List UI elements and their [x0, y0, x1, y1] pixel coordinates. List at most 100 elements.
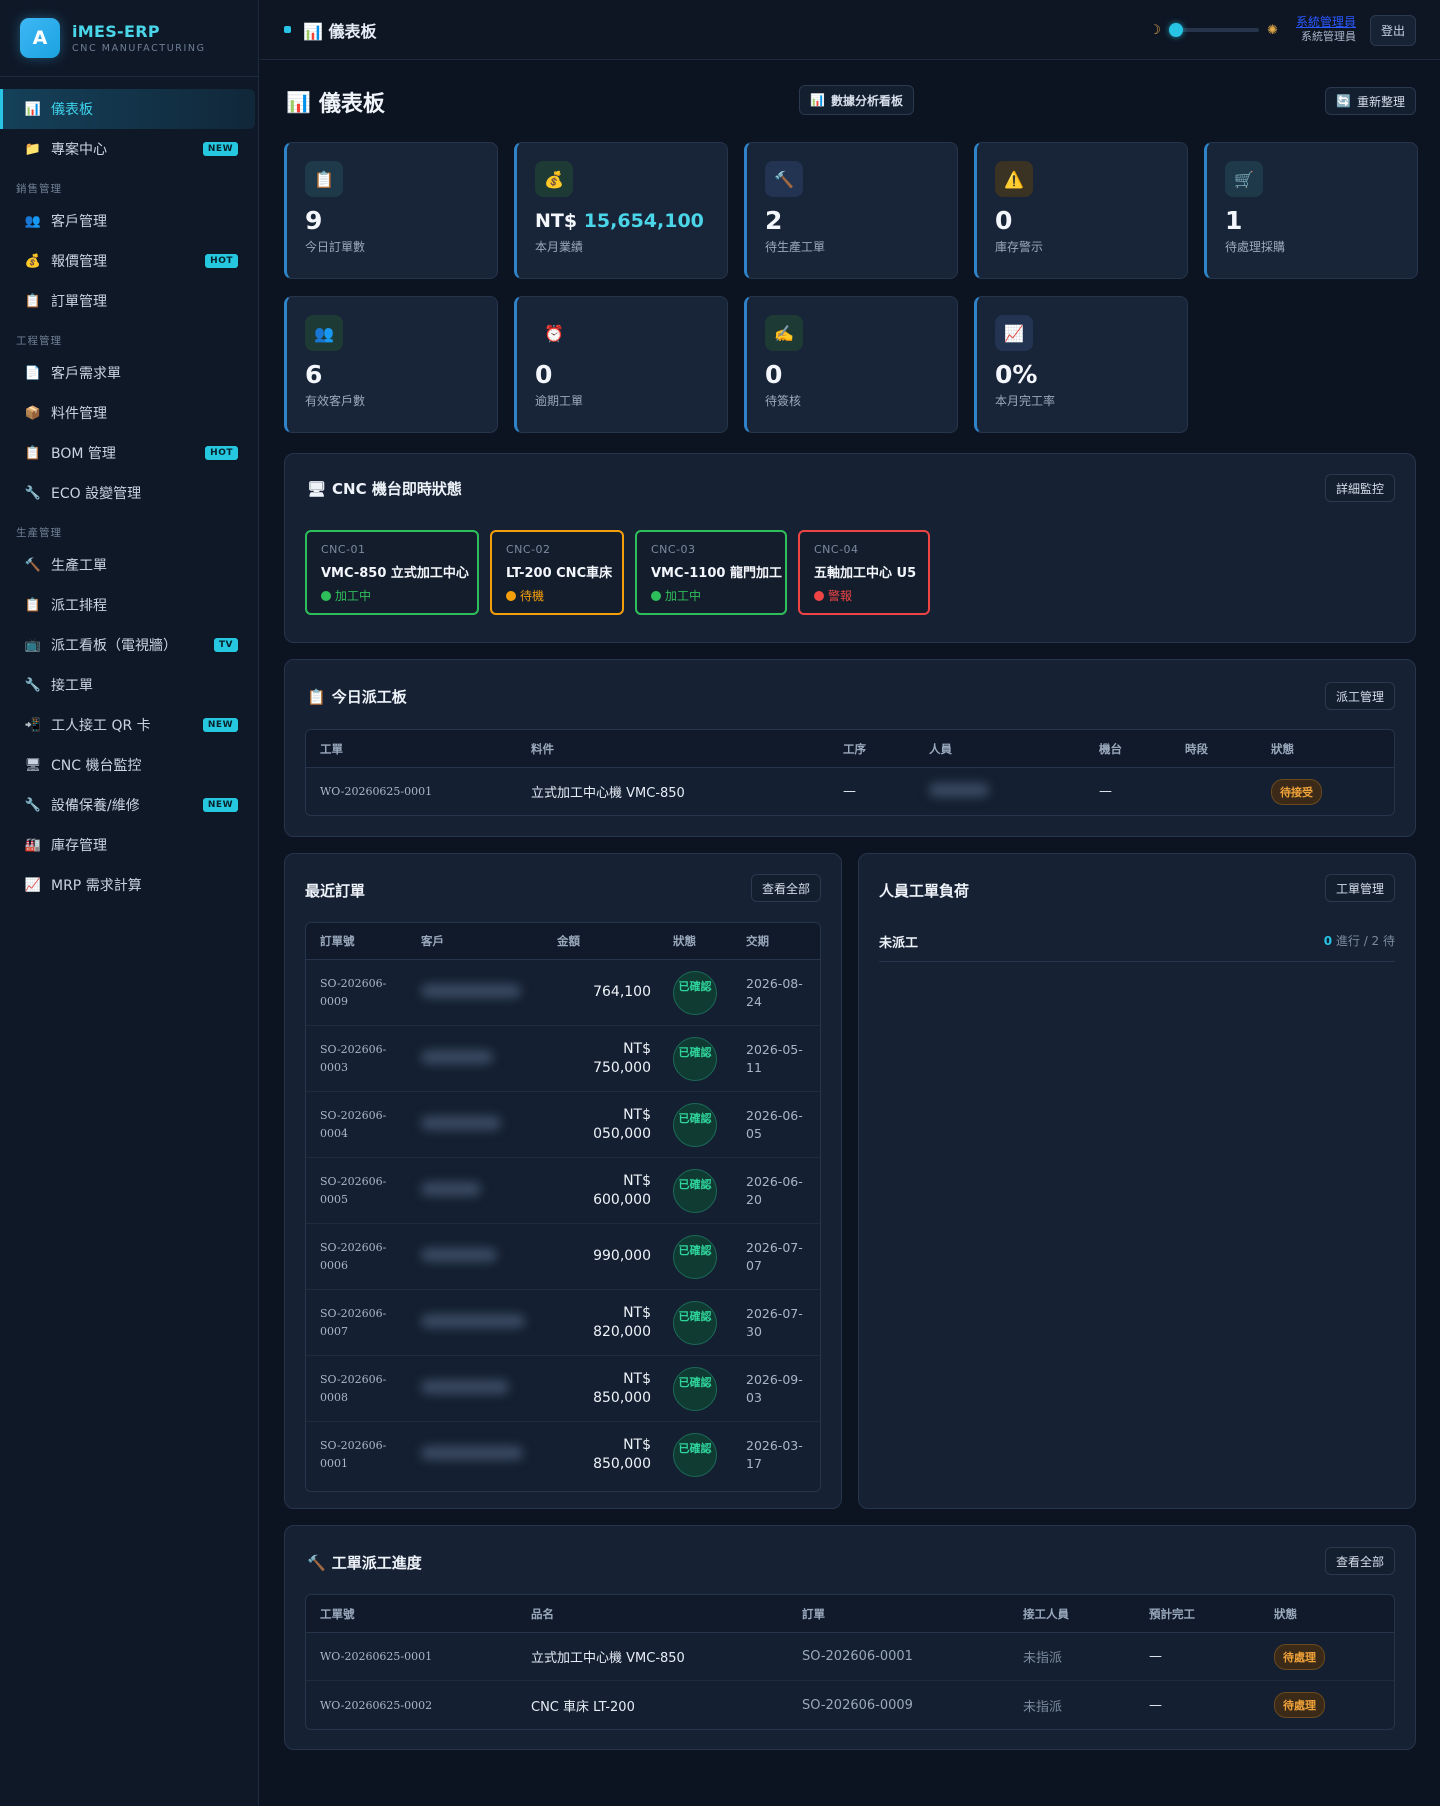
stat-card[interactable]: 🛒 1 待處理採購 [1204, 142, 1418, 279]
sidebar-item-s2-7[interactable]: 🏭 庫存管理 [0, 825, 258, 865]
table-row[interactable]: SO-202606- 0005 NT$ 600,000 已確認 2026-06- 20 [306, 1158, 820, 1224]
machine-card[interactable]: CNC-03 VMC-1100 龍門加工 加工中 [635, 530, 787, 615]
sidebar-item-s2-4[interactable]: 📲 工人接工 QR 卡 NEW [0, 705, 258, 745]
table-row[interactable]: SO-202606- 0007 NT$ 820,000 已確認 2026-07- 30 [306, 1290, 820, 1356]
date-part: 2026-07- [746, 1305, 803, 1321]
sidebar-item-s0-0[interactable]: 👥 客戶管理 [0, 201, 258, 241]
s1-1-icon: 📦 [24, 405, 42, 421]
order-link[interactable]: SO-202606-0009 [788, 1698, 1009, 1713]
stat-card[interactable]: 🔨 2 待生產工單 [744, 142, 958, 279]
order-no: SO-202606- 0003 [306, 1041, 407, 1077]
table-header: 工單 料件 工序 人員 機台 時段 狀態 [306, 730, 1394, 768]
stat-card[interactable]: 📋 9 今日訂單數 [284, 142, 498, 279]
status-cell: 已確認 [659, 1168, 732, 1213]
customer-redacted [407, 983, 543, 1002]
stat-value: 0 [995, 206, 1013, 235]
stat-label: 今日訂單數 [305, 240, 366, 254]
machine-name: LT-200 CNC車床 [506, 566, 613, 581]
user-info: 系統管理員 系統管理員 [1296, 16, 1356, 44]
sidebar-item-s2-0[interactable]: 🔨 生產工單 [0, 545, 258, 585]
machine-id: CNC-02 [506, 543, 551, 556]
stat-card[interactable]: 📈 0% 本月完工率 [974, 296, 1188, 433]
order-no-part: SO-202606- [320, 1108, 387, 1122]
sidebar-item-top-0[interactable]: 📊 儀表板 [0, 89, 255, 129]
stat-card[interactable]: 💰 NT$ 15,654,100 本月業績 [514, 142, 728, 279]
chart-icon: 📊 [286, 90, 311, 114]
machine-card[interactable]: CNC-01 VMC-850 立式加工中心 加工中 [305, 530, 479, 615]
nav-badge: NEW [202, 142, 238, 156]
machine-id: CNC-01 [321, 543, 366, 556]
table-row[interactable]: SO-202606- 0001 NT$ 850,000 已確認 2026-03- 17 [306, 1422, 820, 1488]
sidebar-item-s2-8[interactable]: 📈 MRP 需求計算 [0, 865, 258, 905]
sidebar-item-s2-5[interactable]: 🖥 CNC 機台監控 [0, 745, 258, 785]
stat-card[interactable]: ✍️ 0 待簽核 [744, 296, 958, 433]
slider-knob[interactable] [1169, 23, 1184, 37]
sidebar-item-s2-3[interactable]: 🔧 接工單 [0, 665, 258, 705]
stat-value: 0 [535, 360, 553, 389]
table-row[interactable]: SO-202606- 0003 NT$ 750,000 已確認 2026-05- 11 [306, 1026, 820, 1092]
nav-section-title: 生產管理 [16, 527, 62, 539]
stat-card[interactable]: ⚠️ 0 庫存警示 [974, 142, 1188, 279]
stat-card[interactable]: ⏰ 0 逾期工單 [514, 296, 728, 433]
logout-button[interactable]: 登出 [1369, 14, 1416, 46]
sidebar-item-top-1[interactable]: 📁 專案中心 NEW [0, 129, 258, 169]
sidebar-item-s2-6[interactable]: 🔧 設備保養/維修 NEW [0, 785, 258, 825]
sun-icon: ✺ [1267, 22, 1278, 38]
sidebar-item-s0-2[interactable]: 📋 訂單管理 [0, 281, 258, 321]
detail-monitor-button[interactable]: 詳細監控 [1324, 474, 1395, 502]
sidebar-item-s1-1[interactable]: 📦 料件管理 [0, 393, 258, 433]
delivery-date: 2026-08- 24 [732, 975, 812, 1011]
user-name-link[interactable]: 系統管理員 [1296, 16, 1356, 29]
machine-card[interactable]: CNC-02 LT-200 CNC車床 待機 [490, 530, 624, 615]
redacted-text [421, 1247, 497, 1262]
workload-panel: 人員工單負荷 工單管理 未派工 0 進行 / 2 待 [858, 853, 1416, 1509]
column-header: 機台 [1099, 741, 1122, 756]
status-cell: 待處理 [1260, 1692, 1394, 1718]
s1-0-icon: 📄 [24, 365, 42, 381]
table-row[interactable]: SO-202606- 0006 990,000 已確認 2026-07- 07 [306, 1224, 820, 1290]
sidebar-item-s1-2[interactable]: 📋 BOM 管理 HOT [0, 433, 258, 473]
stat-card[interactable]: 👥 6 有效客戶數 [284, 296, 498, 433]
column-header: 狀態 [673, 934, 696, 948]
stat-icon: 📈 [995, 315, 1033, 351]
view-all-orders-button[interactable]: 查看全部 [750, 874, 821, 902]
refresh-button[interactable]: 🔄 重新整理 [1325, 87, 1416, 115]
analysis-board-button[interactable]: 📊 數據分析看板 [799, 85, 914, 115]
table-row[interactable]: SO-202606- 0009 764,100 已確認 2026-08- 24 [306, 960, 820, 1026]
dispatch-manage-button[interactable]: 派工管理 [1324, 682, 1395, 710]
table-header: 訂單號 客戶 金額 狀態 交期 [306, 923, 820, 960]
work-order-manage-button[interactable]: 工單管理 [1324, 874, 1395, 902]
order-no-part: SO-202606- [320, 1174, 387, 1188]
sidebar-item-s0-1[interactable]: 💰 報價管理 HOT [0, 241, 258, 281]
refresh-icon: 🔄 [1336, 94, 1351, 108]
table-row[interactable]: WO-20260625-0002 CNC 車床 LT-200 SO-202606-0… [306, 1681, 1394, 1729]
delivery-date: 2026-07- 07 [732, 1239, 812, 1275]
sidebar-item-s2-1[interactable]: 📋 派工排程 [0, 585, 258, 625]
orders-table: 訂單號 客戶 金額 狀態 交期 SO-202606- 0009 764,100 已確認 2026… [305, 922, 821, 1492]
sidebar-item-label: ECO 設變管理 [51, 486, 142, 502]
machine-name: 五軸加工中心 U5 [814, 566, 917, 581]
stat-label: 待處理採購 [1225, 240, 1286, 254]
customer-redacted [407, 1181, 543, 1200]
column-header: 交期 [746, 934, 769, 948]
nav-badge: TV [213, 638, 238, 652]
sidebar-item-s2-2[interactable]: 📺 派工看板（電視牆） TV [0, 625, 258, 665]
sidebar-item-label: 訂單管理 [51, 294, 107, 310]
machine-status: 警報 [814, 587, 928, 604]
sidebar-item-s1-3[interactable]: 🔧 ECO 設變管理 [0, 473, 258, 513]
table-row[interactable]: SO-202606- 0008 NT$ 850,000 已確認 2026-09- 03 [306, 1356, 820, 1422]
sidebar-item-s1-0[interactable]: 📄 客戶需求單 [0, 353, 258, 393]
chart-icon: 📊 [303, 21, 323, 41]
table-row[interactable]: WO-20260625-0001 立式加工中心機 VMC-850 — — 待接受 [306, 768, 1394, 815]
table-row[interactable]: WO-20260625-0001 立式加工中心機 VMC-850 SO-202606… [306, 1633, 1394, 1681]
machine-card[interactable]: CNC-04 五軸加工中心 U5 警報 [798, 530, 930, 615]
stat-icon: 🔨 [765, 161, 803, 197]
order-link[interactable]: SO-202606-0001 [788, 1649, 1009, 1664]
view-all-progress-button[interactable]: 查看全部 [1324, 1547, 1395, 1575]
date-part: 2026-06- [746, 1173, 803, 1189]
theme-slider[interactable] [1169, 23, 1260, 37]
customer-redacted [407, 1446, 543, 1464]
table-row[interactable]: SO-202606- 0004 NT$ 050,000 已確認 2026-06- 05 [306, 1092, 820, 1158]
stat-value: 1 [1225, 206, 1243, 235]
column-header: 金額 [557, 934, 580, 948]
